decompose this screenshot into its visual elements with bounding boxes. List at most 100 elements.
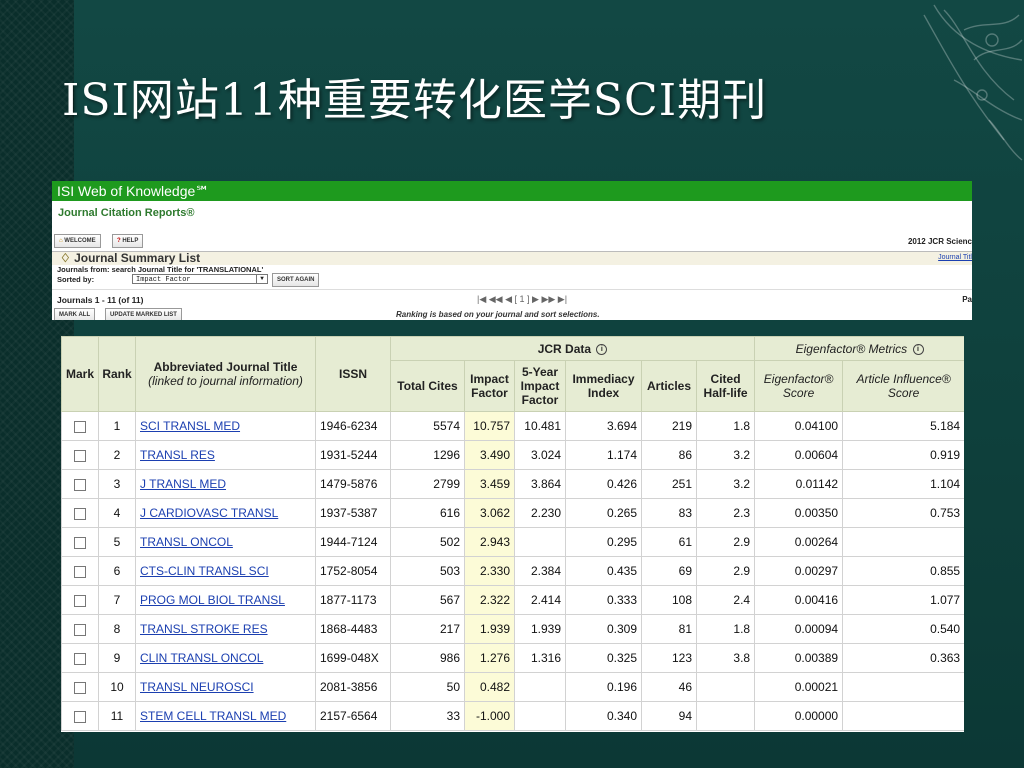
mark-cell	[61, 701, 99, 731]
impact-factor-cell: 2.322	[464, 585, 515, 615]
sort-by-select[interactable]: Impact Factor ▼	[132, 274, 268, 284]
mark-checkbox[interactable]	[74, 478, 86, 491]
five-year-if-cell	[514, 527, 566, 557]
journals-from-value: search Journal Title for 'TRANSLATIONAL'	[111, 265, 264, 274]
issn-cell: 1699-048X	[315, 643, 391, 673]
mark-checkbox[interactable]	[74, 565, 86, 578]
cited-half-life-cell: 1.8	[695, 411, 756, 441]
slide-title: ISI网站11种重要转化医学SCI期刊	[62, 75, 768, 126]
col-header-title: Abbreviated Journal Title (linked to jou…	[135, 336, 316, 412]
five-year-if-cell: 2.230	[514, 498, 566, 528]
issn-cell: 2157-6564	[315, 701, 391, 731]
eigenfactor-score-cell: 0.00264	[754, 527, 844, 557]
eigenfactor-score-cell: 0.00297	[754, 556, 844, 586]
mark-cell	[61, 411, 99, 441]
journals-count: Journals 1 - 11 (of 11)	[57, 295, 144, 305]
issn-cell: 2081-3856	[315, 672, 391, 702]
col-header-article-influence: Article Influence® Score	[842, 360, 964, 412]
article-influence-cell: 5.184	[842, 411, 964, 441]
journal-title-link[interactable]: PROG MOL BIOL TRANSL	[140, 593, 285, 607]
rank-cell: 11	[98, 701, 136, 731]
mark-checkbox[interactable]	[74, 420, 86, 433]
pagination-controls[interactable]: |◀ ◀◀ ◀ [ 1 ] ▶ ▶▶ ▶|	[477, 294, 567, 305]
impact-factor-cell: 0.482	[464, 672, 515, 702]
journal-title-link[interactable]: CTS-CLIN TRANSL SCI	[140, 564, 269, 578]
total-cites-cell: 33	[390, 701, 465, 731]
mark-checkbox[interactable]	[74, 594, 86, 607]
summary-title-text: Journal Summary List	[74, 251, 201, 265]
article-influence-cell: 0.540	[842, 614, 964, 644]
welcome-button[interactable]: ⌂ WELCOME	[54, 234, 101, 248]
immediacy-cell: 0.435	[565, 556, 642, 586]
article-influence-cell: 0.363	[842, 643, 964, 673]
article-influence-cell: 0.753	[842, 498, 964, 528]
article-influence-cell	[842, 672, 964, 702]
isi-header-panel: ISI Web of Knowledge℠ Journal Citation R…	[52, 181, 972, 320]
cited-half-life-cell: 2.9	[695, 527, 756, 557]
cited-half-life-cell: 1.8	[695, 614, 756, 644]
mark-all-button[interactable]: MARK ALL	[54, 308, 96, 320]
journal-title-cell: CLIN TRANSL ONCOL	[135, 643, 316, 673]
divider	[52, 289, 972, 290]
articles-cell: 251	[641, 469, 697, 499]
eigenfactor-score-cell: 0.00350	[754, 498, 844, 528]
info-icon[interactable]: i	[912, 343, 924, 355]
jcr-data-label: JCR Data	[537, 341, 592, 356]
issn-cell: 1946-6234	[315, 411, 391, 441]
eigenfactor-metrics-label: Eigenfactor® Metrics	[795, 341, 908, 356]
cited-half-life-cell: 2.3	[695, 498, 756, 528]
articles-cell: 108	[641, 585, 697, 615]
journal-title-link[interactable]: TRANSL ONCOL	[140, 535, 233, 549]
article-influence-cell: 1.104	[842, 469, 964, 499]
journals-from-line: Journals from: search Journal Title for …	[57, 265, 263, 274]
journal-summary-table: Mark Rank Abbreviated Journal Title (lin…	[61, 336, 964, 731]
journal-title-link[interactable]: CLIN TRANSL ONCOL	[140, 651, 263, 665]
eigenfactor-score-cell: 0.00604	[754, 440, 844, 470]
immediacy-cell: 0.196	[565, 672, 642, 702]
journal-title-link[interactable]: TRANSL STROKE RES	[140, 622, 268, 636]
journal-title-link[interactable]: TRANSL NEUROSCI	[140, 680, 254, 694]
eigenfactor-score-cell: 0.04100	[754, 411, 844, 441]
mark-checkbox[interactable]	[74, 710, 86, 723]
sorted-by-label: Sorted by:	[57, 275, 95, 284]
col-header-rank: Rank	[98, 336, 136, 412]
article-influence-cell	[842, 527, 964, 557]
journal-title-cell: TRANSL STROKE RES	[135, 614, 316, 644]
impact-factor-cell: 1.939	[464, 614, 515, 644]
mark-checkbox[interactable]	[74, 652, 86, 665]
sort-again-button[interactable]: SORT AGAIN	[272, 273, 320, 287]
five-year-if-cell: 1.316	[514, 643, 566, 673]
journal-title-link[interactable]: Journal Titl	[938, 254, 972, 261]
journal-title-link[interactable]: SCI TRANSL MED	[140, 419, 240, 433]
total-cites-cell: 2799	[390, 469, 465, 499]
mark-checkbox[interactable]	[74, 449, 86, 462]
five-year-if-cell: 2.384	[514, 556, 566, 586]
info-icon[interactable]: i	[596, 343, 608, 355]
cited-half-life-cell: 2.9	[695, 556, 756, 586]
journal-title-link[interactable]: TRANSL RES	[140, 448, 215, 462]
journal-title-link[interactable]: J CARDIOVASC TRANSL	[140, 506, 278, 520]
col-header-cited-half-life: Cited Half-life	[695, 360, 756, 412]
journal-title-link[interactable]: J TRANSL MED	[140, 477, 226, 491]
articles-cell: 61	[641, 527, 697, 557]
help-button[interactable]: ? HELP	[112, 234, 144, 248]
article-influence-cell: 0.919	[842, 440, 964, 470]
table-body: 1 SCI TRANSL MED 1946-6234 5574 10.757 10.481…	[61, 411, 964, 731]
cited-half-life-cell: 2.4	[695, 585, 756, 615]
mark-checkbox[interactable]	[74, 507, 86, 520]
rank-cell: 3	[98, 469, 136, 499]
eigenfactor-score-cell: 0.01142	[754, 469, 844, 499]
mark-checkbox[interactable]	[74, 623, 86, 636]
rank-cell: 1	[98, 411, 136, 441]
journal-title-cell: TRANSL NEUROSCI	[135, 672, 316, 702]
five-year-if-cell: 2.414	[514, 585, 566, 615]
update-marked-list-button[interactable]: UPDATE MARKED LIST	[105, 308, 182, 320]
chevron-down-icon: ▼	[256, 275, 267, 283]
journal-title-link[interactable]: STEM CELL TRANSL MED	[140, 709, 286, 723]
five-year-if-cell: 3.864	[514, 469, 566, 499]
journal-title-cell: SCI TRANSL MED	[135, 411, 316, 441]
mark-checkbox[interactable]	[74, 536, 86, 549]
isi-web-of-knowledge-bar: ISI Web of Knowledge℠	[52, 181, 972, 201]
mark-checkbox[interactable]	[74, 681, 86, 694]
jcr-table-container: Mark Rank Abbreviated Journal Title (lin…	[61, 336, 964, 732]
